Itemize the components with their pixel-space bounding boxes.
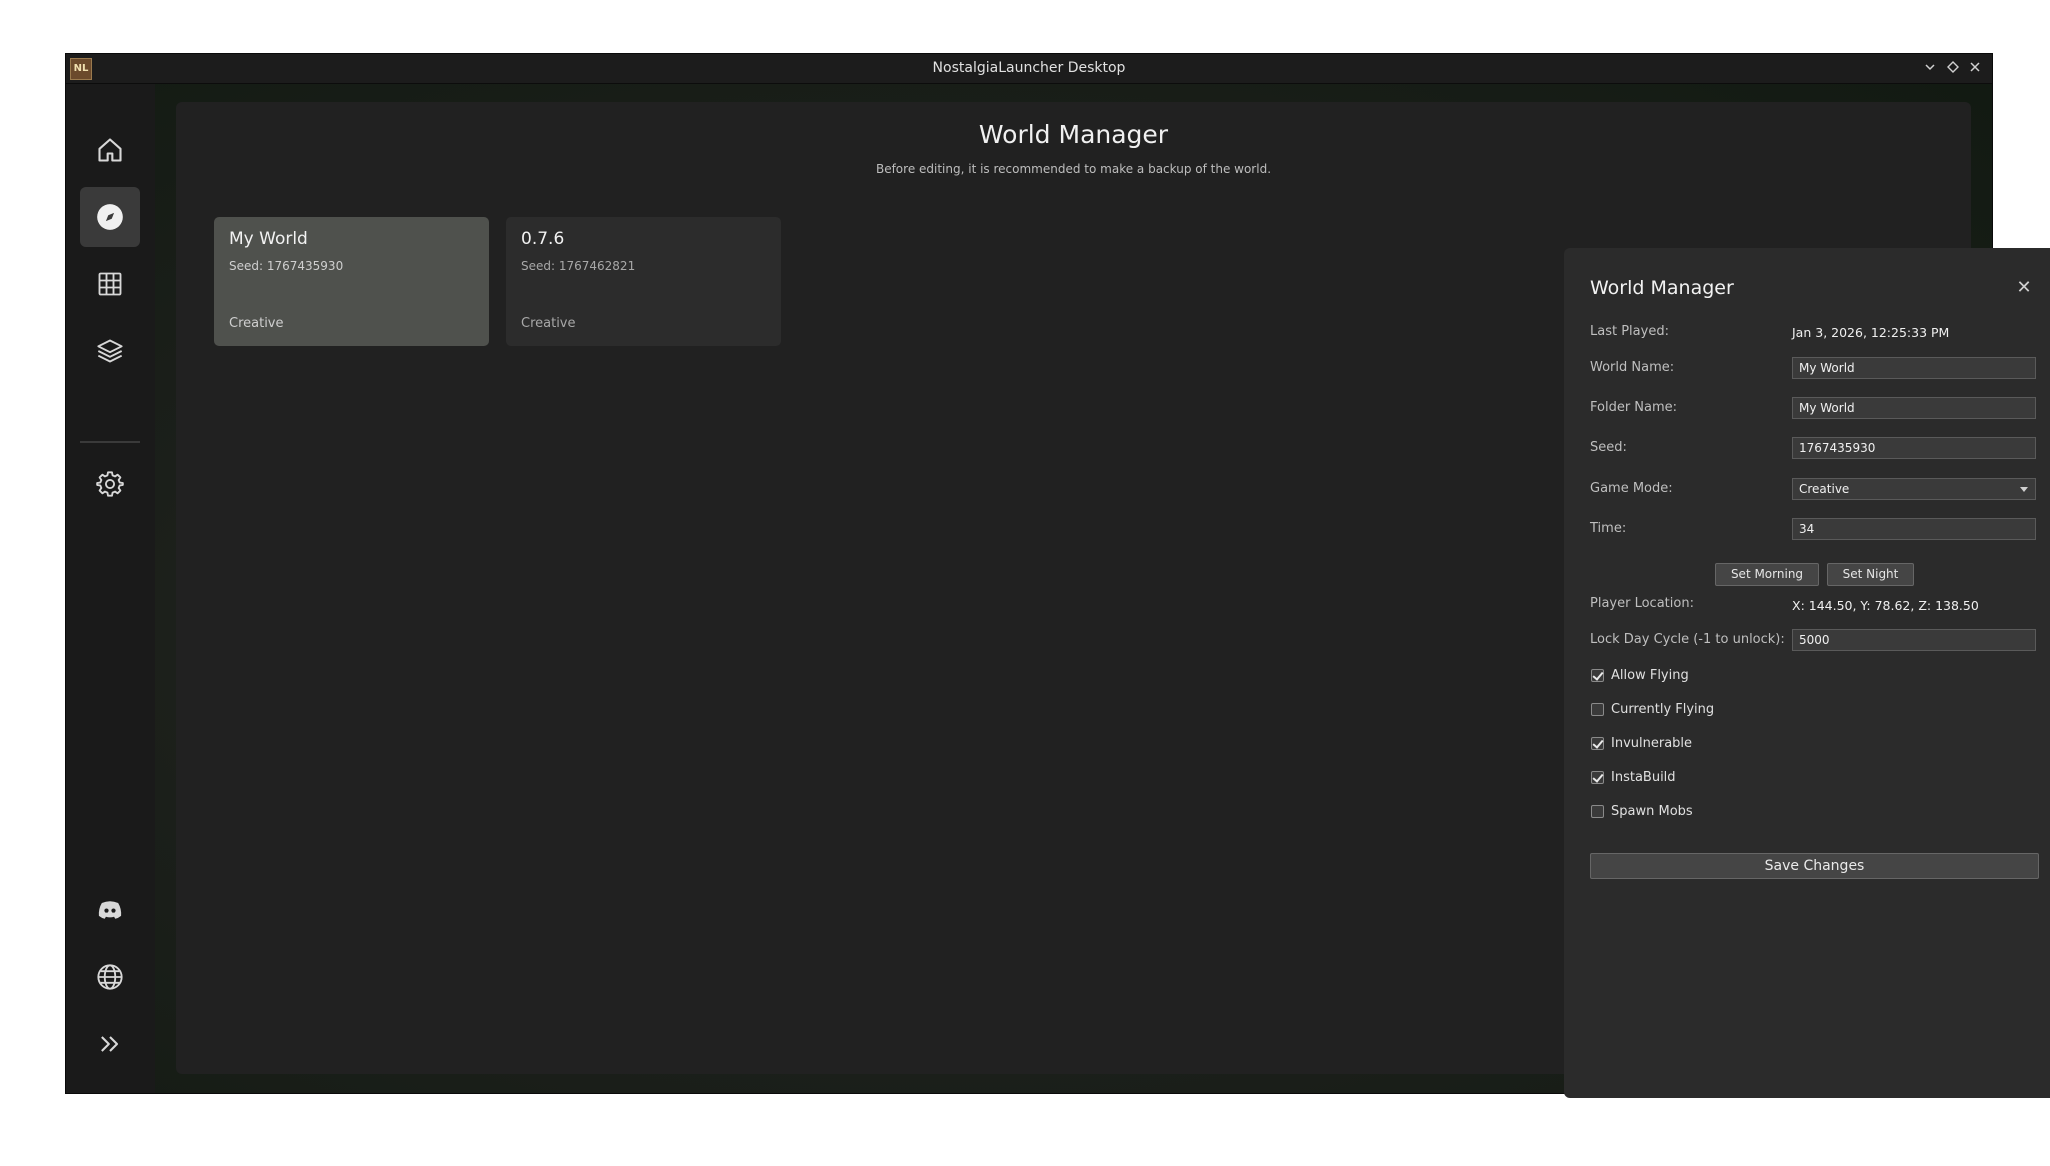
world-card[interactable]: 0.7.6 Seed: 1767462821 Creative <box>506 217 781 346</box>
panel-title: World Manager <box>1590 277 1734 299</box>
checkbox-unchecked[interactable] <box>1591 805 1604 818</box>
world-seed: Seed: 1767462821 <box>521 259 636 273</box>
page-subtitle: Before editing, it is recommended to mak… <box>875 162 1272 176</box>
checkbox-label: Currently Flying <box>1611 702 1715 717</box>
sidebar-item-home[interactable] <box>80 120 140 180</box>
close-icon[interactable]: ✕ <box>2014 276 2034 300</box>
checkbox-checked[interactable] <box>1591 737 1604 750</box>
sidebar-divider <box>80 441 140 443</box>
home-icon <box>98 138 122 162</box>
set-night-button[interactable]: Set Night <box>1827 563 1914 586</box>
sidebar-item-grid[interactable] <box>80 254 140 314</box>
double-chevron-right-icon <box>101 1036 119 1052</box>
sidebar <box>66 84 155 1093</box>
window-title: NostalgiaLauncher Desktop <box>932 60 1126 76</box>
maximize-icon[interactable] <box>1942 57 1964 79</box>
folder-name-input[interactable] <box>1792 397 2036 419</box>
gear-icon <box>96 471 124 497</box>
checkbox-unchecked[interactable] <box>1591 703 1604 716</box>
checkbox-label: InstaBuild <box>1611 770 1676 785</box>
last-played-value: Jan 3, 2026, 12:25:33 PM <box>1792 325 1950 340</box>
checkbox-label: Invulnerable <box>1611 736 1693 751</box>
chevron-down-icon <box>2020 487 2028 492</box>
close-window-icon[interactable] <box>1964 57 1986 79</box>
sidebar-item-layers[interactable] <box>80 321 140 381</box>
checkbox-label: Allow Flying <box>1611 668 1689 683</box>
world-name: My World <box>229 229 308 249</box>
folder-name-label: Folder Name: <box>1590 400 1678 415</box>
world-name: 0.7.6 <box>521 229 565 249</box>
world-game-mode: Creative <box>521 316 576 331</box>
time-label: Time: <box>1590 521 1627 536</box>
title-bar: NL NostalgiaLauncher Desktop <box>66 54 1992 84</box>
seed-input[interactable] <box>1792 437 2036 459</box>
page-title: World Manager <box>978 120 1169 149</box>
lock-day-cycle-input[interactable] <box>1792 629 2036 651</box>
player-location-label: Player Location: <box>1590 596 1694 611</box>
world-name-label: World Name: <box>1590 360 1675 375</box>
set-morning-button[interactable]: Set Morning <box>1715 563 1819 586</box>
game-mode-label: Game Mode: <box>1590 481 1673 496</box>
discord-icon <box>98 901 122 919</box>
checkbox-label: Spawn Mobs <box>1611 804 1693 819</box>
save-changes-button[interactable]: Save Changes <box>1590 853 2039 879</box>
game-mode-selected: Creative <box>1799 482 1850 496</box>
compass-icon <box>97 204 123 230</box>
grid-icon <box>98 272 122 296</box>
minimize-icon[interactable] <box>1919 57 1941 79</box>
game-mode-select[interactable]: Creative <box>1792 478 2036 500</box>
sidebar-item-website[interactable] <box>80 947 140 1007</box>
world-seed: Seed: 1767435930 <box>229 259 344 273</box>
world-manager-panel: World Manager ✕ Last Played: Jan 3, 2026… <box>1564 248 2050 1098</box>
sidebar-item-settings[interactable] <box>80 454 140 514</box>
seed-label: Seed: <box>1590 440 1627 455</box>
world-card[interactable]: My World Seed: 1767435930 Creative <box>214 217 489 346</box>
time-input[interactable] <box>1792 518 2036 540</box>
globe-icon <box>97 964 123 990</box>
sidebar-item-world-manager[interactable] <box>80 187 140 247</box>
sidebar-item-expand[interactable] <box>80 1014 140 1074</box>
world-name-input[interactable] <box>1792 357 2036 379</box>
main-content: World Manager Before editing, it is reco… <box>176 102 2050 1098</box>
layers-icon <box>97 339 123 363</box>
lock-day-cycle-label: Lock Day Cycle (-1 to unlock): <box>1590 632 1785 647</box>
sidebar-item-discord[interactable] <box>80 880 140 940</box>
player-location-value: X: 144.50, Y: 78.62, Z: 138.50 <box>1792 598 1979 613</box>
world-game-mode: Creative <box>229 316 284 331</box>
last-played-label: Last Played: <box>1590 324 1669 339</box>
checkbox-checked[interactable] <box>1591 669 1604 682</box>
checkbox-checked[interactable] <box>1591 771 1604 784</box>
app-window: NL NostalgiaLauncher Desktop World Manag… <box>66 54 2050 1098</box>
